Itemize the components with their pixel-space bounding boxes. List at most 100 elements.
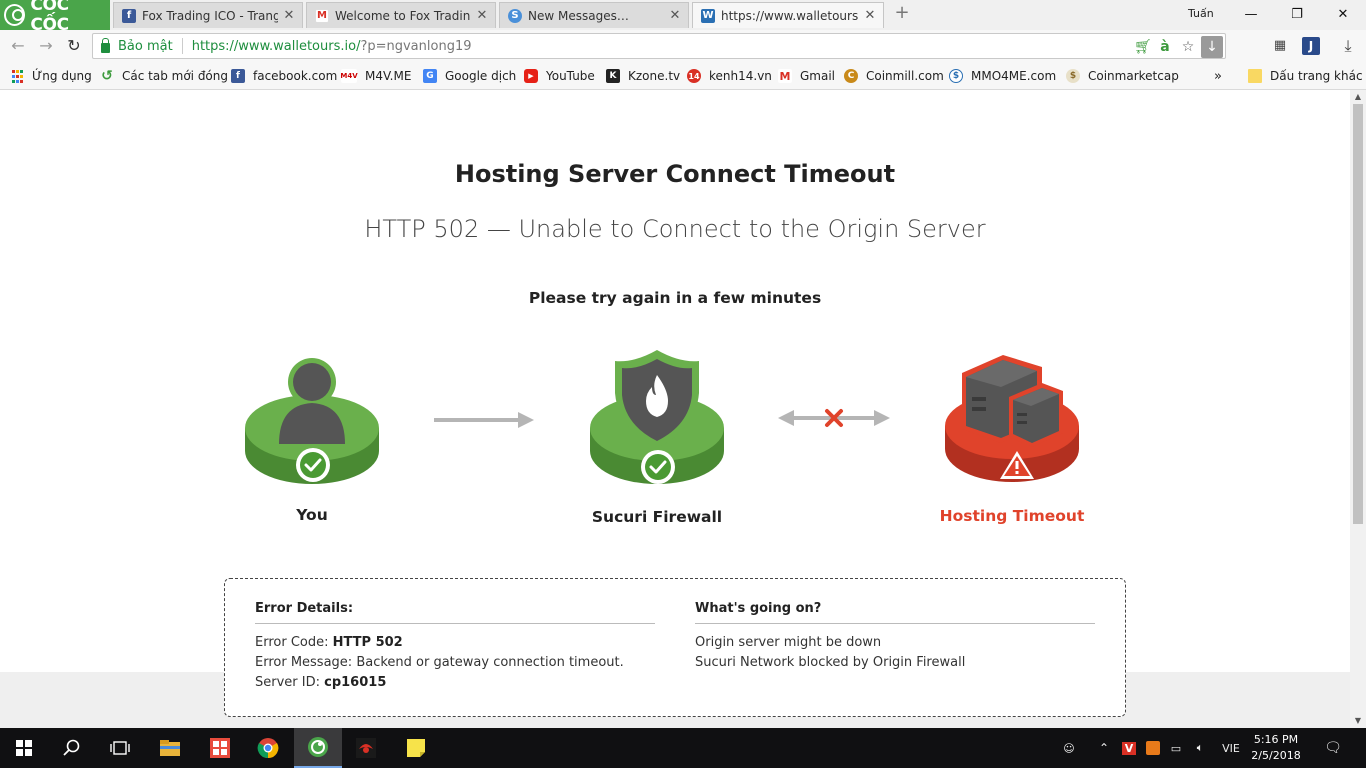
garena-button[interactable]	[342, 728, 390, 768]
chrome-button[interactable]	[244, 728, 292, 768]
profile-name[interactable]: Tuấn	[1188, 7, 1214, 20]
gmail-icon: M	[778, 69, 792, 83]
back-button[interactable]: ←	[8, 36, 28, 56]
start-button[interactable]	[0, 728, 48, 768]
bookmark-facebook[interactable]: f facebook.com	[231, 67, 337, 85]
history-icon: ↺	[101, 68, 113, 84]
error-code-line: Error Code: HTTP 502	[255, 635, 403, 650]
bookmark-label: MMO4ME.com	[971, 69, 1057, 83]
you-node-icon	[245, 358, 379, 484]
close-tab-icon[interactable]: ✕	[863, 8, 877, 23]
qr-code-icon[interactable]: ▦	[1270, 36, 1290, 56]
app-button-ms-paint[interactable]	[196, 728, 244, 768]
scroll-up-icon[interactable]: ▲	[1350, 90, 1366, 104]
scroll-down-icon[interactable]: ▼	[1350, 714, 1366, 728]
error-details-column: Error Details: Error Code: HTTP 502 Erro…	[255, 601, 655, 693]
bookmark-star-icon[interactable]: ☆	[1179, 38, 1197, 56]
tab-fox-trading-facebook[interactable]: f Fox Trading ICO - Trang ch ✕	[113, 2, 303, 28]
folder-icon	[160, 740, 180, 756]
youtube-icon: ▶	[524, 69, 538, 83]
error-details-box: Error Details: Error Code: HTTP 502 Erro…	[224, 578, 1126, 717]
address-bar[interactable]: Bảo mật https://www.walletours.io/?p=ngv…	[92, 33, 1226, 59]
bookmark-recent-tabs[interactable]: ↺ Các tab mới đóng	[100, 67, 228, 85]
server-id-value: cp16015	[324, 675, 387, 690]
close-tab-icon[interactable]: ✕	[475, 8, 489, 23]
vertical-scrollbar[interactable]: ▲ ▼	[1350, 90, 1366, 728]
task-view-icon	[110, 741, 130, 755]
search-button[interactable]	[48, 728, 96, 768]
firewall-label: Sucuri Firewall	[591, 508, 723, 526]
bookmark-label: Dấu trang khác	[1270, 69, 1363, 83]
browser-brand[interactable]: CỐC CỐC	[0, 0, 110, 35]
scroll-thumb[interactable]	[1353, 104, 1363, 524]
notifications-icon[interactable]: 🗨︎	[1318, 728, 1348, 768]
bookmark-apps[interactable]: Ứng dụng	[10, 67, 92, 85]
page-title: Hosting Server Connect Timeout	[454, 160, 896, 188]
tab-title: Fox Trading ICO - Trang ch	[142, 8, 278, 23]
coccoc-logo-icon	[4, 4, 26, 26]
bookmark-m4v[interactable]: M4V M4V.ME	[340, 67, 411, 85]
garena-icon	[356, 738, 376, 758]
server-id-line: Server ID: cp16015	[255, 675, 387, 690]
coinmill-icon: C	[844, 69, 858, 83]
url-query: ?p=ngvanlong19	[360, 38, 472, 54]
maximize-button[interactable]: ❐	[1274, 0, 1320, 28]
coinmarketcap-icon: $	[1066, 69, 1080, 83]
bookmark-coinmill[interactable]: C Coinmill.com	[844, 67, 944, 85]
tab-fox-trading-gmail[interactable]: M Welcome to Fox Trading IC ✕	[306, 2, 496, 28]
bookmark-label: Các tab mới đóng	[122, 69, 228, 83]
bookmark-youtube[interactable]: ▶ YouTube	[524, 67, 595, 85]
bookmark-gmail[interactable]: M Gmail	[778, 67, 835, 85]
sticky-notes-button[interactable]	[392, 728, 440, 768]
bookmark-label: facebook.com	[253, 69, 338, 83]
show-hidden-icons[interactable]: ⌃	[1094, 728, 1114, 768]
close-window-button[interactable]: ✕	[1320, 0, 1366, 28]
close-tab-icon[interactable]: ✕	[668, 8, 682, 23]
tray-app-icon[interactable]	[1144, 728, 1162, 768]
more-bookmarks-icon[interactable]: »	[1214, 67, 1222, 85]
kenh14-icon: 14	[687, 69, 701, 83]
tab-title: Welcome to Fox Trading IC	[335, 8, 471, 23]
whats-going-on-column: What's going on? Origin server might be …	[695, 601, 1095, 673]
reload-button[interactable]: ↻	[64, 36, 84, 56]
apps-grid-icon	[10, 69, 24, 83]
chrome-icon	[257, 738, 279, 759]
tab-walletours[interactable]: W https://www.walletours.io/ ✕	[692, 2, 884, 28]
bookmark-kzone[interactable]: K Kzone.tv	[606, 67, 680, 85]
close-tab-icon[interactable]: ✕	[282, 8, 296, 23]
minimize-button[interactable]: —	[1228, 0, 1274, 28]
firewall-node-icon	[590, 350, 724, 484]
vietnamese-input-icon[interactable]: à	[1157, 38, 1173, 56]
forward-button[interactable]: →	[36, 36, 56, 56]
file-explorer-button[interactable]	[146, 728, 194, 768]
shopping-cart-icon[interactable]: 🛒︎	[1133, 38, 1153, 56]
bookmark-mmo4me[interactable]: $ MMO4ME.com	[949, 67, 1056, 85]
coccoc-taskbar-button[interactable]	[294, 728, 342, 768]
bookmark-other[interactable]: Dấu trang khác	[1248, 67, 1363, 85]
hosting-node-icon	[945, 355, 1079, 482]
download-video-icon[interactable]: ↓	[1201, 36, 1223, 58]
bookmark-google-translate[interactable]: G Google dịch	[423, 67, 516, 85]
language-indicator[interactable]: VIE	[1216, 728, 1246, 768]
new-tab-button[interactable]: +	[893, 4, 911, 23]
url-text[interactable]: https://www.walletours.io/?p=ngvanlong19	[192, 39, 472, 54]
folder-icon	[1248, 69, 1262, 83]
divider	[181, 38, 183, 54]
volume-icon[interactable]: 🔈︎	[1190, 728, 1210, 768]
bookmark-kenh14[interactable]: 14 kenh14.vn	[687, 67, 772, 85]
tab-new-messages[interactable]: S New Messages… ✕	[499, 2, 689, 28]
extension-icon[interactable]: J	[1302, 37, 1320, 55]
bookmark-coinmarketcap[interactable]: $ Coinmarketcap	[1066, 67, 1179, 85]
clock[interactable]: 5:16 PM 2/5/2018	[1246, 732, 1306, 764]
downloads-icon[interactable]: ⤓	[1338, 36, 1358, 56]
people-icon[interactable]: ☺	[1058, 728, 1080, 768]
secure-label: Bảo mật	[118, 38, 173, 54]
google-translate-icon: G	[423, 69, 437, 83]
retry-message: Please try again in a few minutes	[528, 289, 822, 307]
unikey-icon[interactable]: V	[1120, 728, 1138, 768]
walletours-icon: W	[701, 8, 715, 23]
network-icon[interactable]: ▭	[1166, 728, 1186, 768]
bookmark-label: Kzone.tv	[628, 69, 681, 83]
task-view-button[interactable]	[96, 728, 144, 768]
bookmark-label: YouTube	[546, 69, 595, 83]
